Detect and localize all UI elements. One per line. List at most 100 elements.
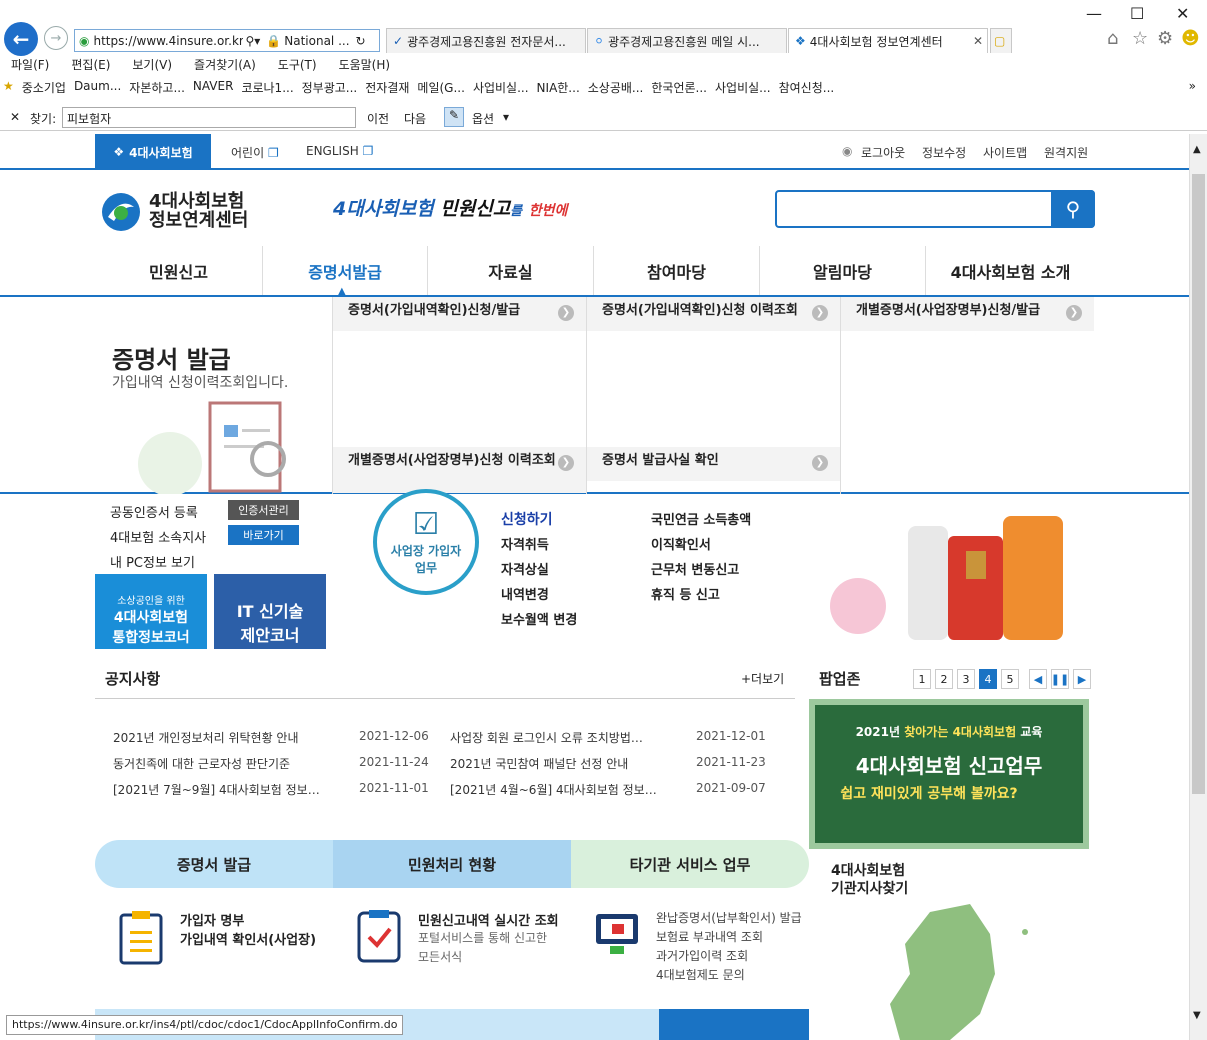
home-icon[interactable]: ⌂ — [1107, 28, 1118, 49]
popup-page-4[interactable]: 4 — [979, 669, 997, 689]
minimize-icon[interactable]: — — [1086, 4, 1102, 23]
fav-item[interactable]: 코로나1... — [241, 79, 298, 101]
scroll-down-icon[interactable]: ▼ — [1193, 1010, 1201, 1021]
scroll-thumb[interactable] — [1192, 174, 1205, 794]
security-label[interactable]: National ... — [284, 34, 349, 48]
fav-item[interactable]: 정부광고... — [302, 79, 363, 101]
popup-page-1[interactable]: 1 — [913, 669, 931, 689]
menu-edit[interactable]: 편집(E) — [60, 56, 121, 76]
highlight-icon[interactable]: ✎ — [444, 107, 464, 127]
find-options[interactable]: 옵션 — [472, 110, 494, 127]
fav-item[interactable]: 자본하고... — [129, 79, 190, 101]
service-tab-other[interactable]: 타기관 서비스 업무 — [571, 840, 809, 888]
nav-participation[interactable]: 참여마당 — [594, 246, 760, 296]
notice-item[interactable]: 동거친족에 대한 근로자성 판단기준 — [113, 755, 290, 772]
workplace-item[interactable]: 국민연금 소득총액 — [651, 509, 751, 528]
popup-page-5[interactable]: 5 — [1001, 669, 1019, 689]
service-tab-status[interactable]: 민원처리 현황 — [333, 840, 571, 888]
new-tab-button[interactable]: ▢ — [990, 28, 1012, 53]
service-tab-cert[interactable]: 증명서 발급 — [95, 840, 333, 888]
mega-item-cert-history[interactable]: 증명서(가입내역확인)신청 이력조회 ❯ — [587, 297, 840, 331]
quick-link-cert-register[interactable]: 공동인증서 등록 — [110, 502, 198, 521]
workplace-apply-link[interactable]: 신청하기 — [501, 509, 553, 529]
branch-finder-title[interactable]: 4대사회보험 기관지사찾기 — [831, 862, 908, 898]
nav-about[interactable]: 4대사회보험 소개 — [926, 246, 1095, 296]
site-search-input[interactable] — [775, 190, 1095, 228]
brand-tab[interactable]: ❖ 4대사회보험 — [95, 134, 211, 170]
notice-item[interactable]: [2021년 4월~6월] 4대사회보험 정보… — [450, 781, 657, 798]
close-window-icon[interactable]: ✕ — [1176, 4, 1189, 23]
smiley-icon[interactable]: ☻ — [1181, 28, 1200, 49]
workplace-item[interactable]: 자격상실 — [501, 559, 549, 578]
close-find-icon[interactable]: ✕ — [10, 110, 20, 124]
popup-pause-button[interactable]: ❚❚ — [1051, 669, 1069, 689]
site-logo-icon[interactable] — [100, 191, 142, 233]
fav-item[interactable]: 전자결재 — [365, 79, 414, 101]
find-prev-button[interactable]: 이전 — [367, 110, 389, 127]
fav-item[interactable]: 메일(G... — [417, 79, 470, 101]
favorites-star-icon[interactable]: ☆ — [1132, 28, 1148, 49]
menu-favorites[interactable]: 즐겨찾기(A) — [183, 56, 267, 76]
chevron-down-icon[interactable]: ▾ — [503, 110, 509, 124]
mega-item-cert-apply[interactable]: 증명서(가입내역확인)신청/발급 ❯ — [333, 297, 586, 331]
tab-1[interactable]: ✓ 광주경제고용진흥원 전자문서... — [386, 28, 586, 53]
notice-item[interactable]: 사업장 회원 로그인시 오류 조치방법… — [450, 729, 643, 746]
fav-item[interactable]: 사업비실... — [473, 79, 534, 101]
service-other-item[interactable]: 4대보험제도 문의 — [656, 966, 745, 983]
service-cert-item[interactable]: 가입자 명부 — [180, 910, 244, 929]
kids-link[interactable]: 어린이 ❐ — [231, 144, 279, 161]
notice-item[interactable]: [2021년 7월~9월] 4대사회보험 정보… — [113, 781, 320, 798]
maximize-icon[interactable]: ☐ — [1130, 4, 1144, 23]
notice-item[interactable]: 2021년 국민참여 패널단 선정 안내 — [450, 755, 628, 772]
edit-info-link[interactable]: 정보수정 — [922, 144, 966, 161]
popup-page-2[interactable]: 2 — [935, 669, 953, 689]
promo-small-business[interactable]: 소상공인을 위한 4대사회보험 통합정보코너 — [95, 574, 207, 649]
fav-item[interactable]: NIA한... — [537, 79, 585, 101]
workplace-item[interactable]: 보수월액 변경 — [501, 609, 577, 628]
menu-help[interactable]: 도움말(H) — [328, 56, 402, 76]
notice-more-link[interactable]: +더보기 — [741, 670, 784, 687]
service-cert-item[interactable]: 가입내역 확인서(사업장) — [180, 929, 316, 948]
notice-item[interactable]: 2021년 개인정보처리 위탁현황 안내 — [113, 729, 299, 746]
find-input[interactable]: 피보험자 — [62, 107, 356, 128]
shortcut-button[interactable]: 바로가기 — [228, 525, 299, 545]
address-bar[interactable]: ◉ https://www.4insure.or.kr/i ⚲▾ 🔒 Natio… — [74, 29, 380, 52]
service-other-item[interactable]: 과거가입이력 조회 — [656, 947, 748, 964]
remote-support-link[interactable]: 원격지원 — [1044, 144, 1088, 161]
workplace-item[interactable]: 휴직 등 신고 — [651, 584, 720, 603]
quick-link-pc-info[interactable]: 내 PC정보 보기 — [110, 552, 195, 571]
nav-library[interactable]: 자료실 — [428, 246, 594, 296]
workplace-item[interactable]: 자격취득 — [501, 534, 549, 553]
mega-item-indiv-apply[interactable]: 개별증명서(사업장명부)신청/발급 ❯ — [841, 297, 1094, 331]
favorites-add-icon[interactable]: ★ — [3, 79, 19, 101]
find-next-button[interactable]: 다음 — [404, 110, 426, 127]
search-icon[interactable]: ⚲▾ — [245, 34, 260, 48]
bottom-quick-active[interactable] — [659, 1009, 809, 1040]
menu-view[interactable]: 보기(V) — [121, 56, 183, 76]
fav-item[interactable]: 사업비실... — [715, 79, 776, 101]
logout-link[interactable]: 로그아웃 — [861, 144, 905, 161]
menu-tools[interactable]: 도구(T) — [267, 56, 328, 76]
refresh-icon[interactable]: ↻ — [356, 34, 366, 48]
tab-2[interactable]: ⚪ 광주경제고용진흥원 메일 시... — [587, 28, 787, 53]
site-logo-text[interactable]: 4대사회보험 정보연계센터 — [149, 192, 248, 230]
popup-page-3[interactable]: 3 — [957, 669, 975, 689]
quick-link-branch[interactable]: 4대보험 소속지사 — [110, 527, 206, 546]
popup-prev-button[interactable]: ◀ — [1029, 669, 1047, 689]
workplace-item[interactable]: 이직확인서 — [651, 534, 711, 553]
forward-button[interactable]: → — [44, 26, 68, 50]
mega-item-issue-verify[interactable]: 증명서 발급사실 확인 ❯ — [587, 447, 840, 481]
gear-icon[interactable]: ⚙ — [1157, 28, 1173, 49]
nav-civil-report[interactable]: 민원신고 — [95, 246, 262, 296]
vertical-scrollbar[interactable]: ▲ ▼ — [1189, 134, 1207, 1040]
service-other-item[interactable]: 보험료 부과내역 조회 — [656, 928, 763, 945]
close-tab-icon[interactable]: ✕ — [973, 34, 983, 48]
popup-banner[interactable]: 2021년 찾아가는 4대사회보험 교육 4대사회보험 신고업무 쉽고 재미있게… — [809, 699, 1089, 849]
promo-it-proposal[interactable]: IT 신기술 제안코너 — [214, 574, 326, 649]
fav-item[interactable]: 참여신청... — [779, 79, 840, 101]
menu-file[interactable]: 파일(F) — [0, 56, 60, 76]
scroll-up-icon[interactable]: ▲ — [1193, 144, 1201, 155]
popup-next-button[interactable]: ▶ — [1073, 669, 1091, 689]
back-button[interactable]: ← — [4, 22, 38, 56]
nav-notices[interactable]: 알림마당 — [760, 246, 926, 296]
